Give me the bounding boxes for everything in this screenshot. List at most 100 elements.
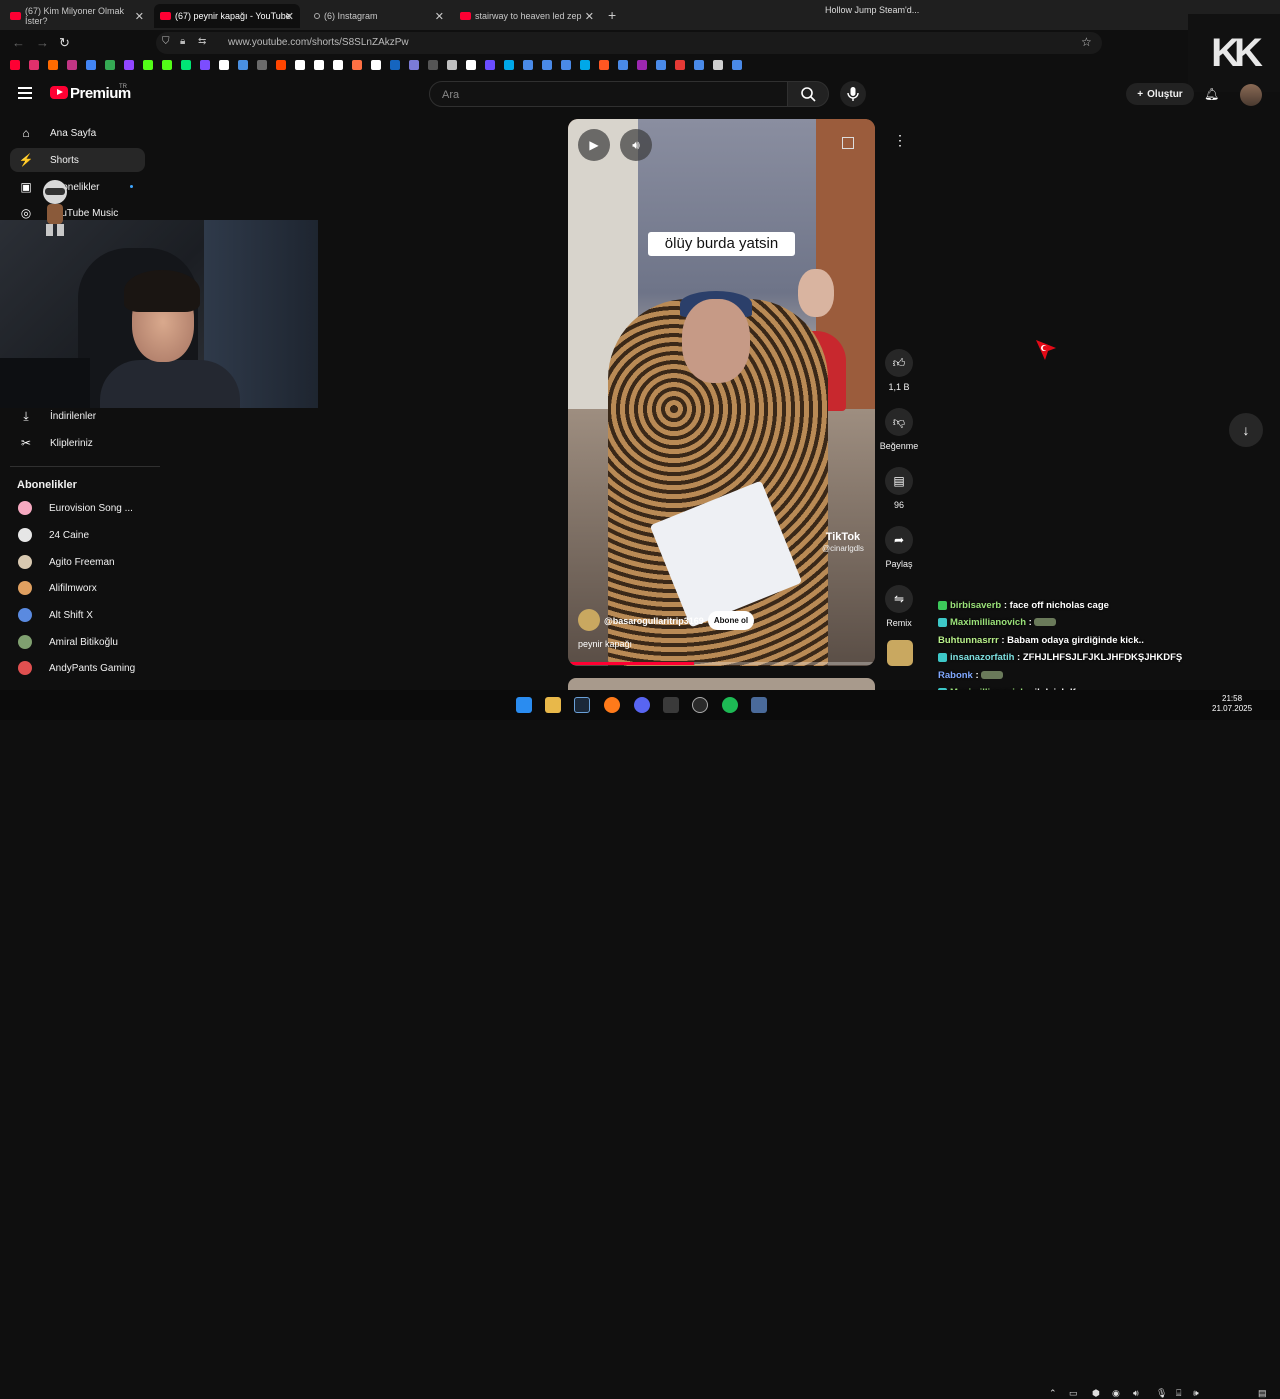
audio-thumbnail[interactable] (887, 640, 913, 666)
bookmark-favicon-icon[interactable] (732, 60, 742, 70)
bookmark-favicon-icon[interactable] (637, 60, 647, 70)
subscription-item[interactable]: Amiral Bitikoğlu (10, 632, 145, 652)
progress-bar[interactable] (568, 662, 875, 665)
shield-icon[interactable]: ⛉ (162, 36, 170, 47)
new-tab-button[interactable]: + (608, 7, 616, 23)
bookmark-favicon-icon[interactable] (428, 60, 438, 70)
play-button[interactable]: ▶ (578, 129, 610, 161)
address-bar[interactable]: ⛉ 🔒︎ ⇆ www.youtube.com/shorts/S8SLnZAkzP… (156, 32, 1102, 54)
bookmark-star-icon[interactable]: ☆ (1081, 35, 1092, 49)
create-button[interactable]: + Oluştur (1126, 83, 1194, 105)
bookmark-favicon-icon[interactable] (10, 60, 20, 70)
network-icon[interactable]: ⌸ (1176, 1388, 1181, 1399)
shorts-video-player[interactable]: ölüy burda yatsin ▶ 🔊︎ TikTok @cinarlgdl… (568, 119, 875, 666)
file-explorer-icon[interactable] (545, 697, 561, 713)
bookmark-favicon-icon[interactable] (295, 60, 305, 70)
close-icon[interactable]: ✕ (285, 10, 294, 23)
close-icon[interactable]: ✕ (435, 10, 444, 23)
app-icon[interactable] (663, 697, 679, 713)
bookmark-favicon-icon[interactable] (67, 60, 77, 70)
browser-tab-active[interactable]: (67) peynir kapağı - YouTube ✕ (154, 4, 300, 28)
like-button[interactable]: 👍︎ 1,1 B (878, 349, 920, 392)
spotify-icon[interactable] (722, 697, 738, 713)
account-avatar[interactable] (1240, 84, 1262, 106)
bookmark-favicon-icon[interactable] (599, 60, 609, 70)
steam-icon[interactable] (574, 697, 590, 713)
sidebar-item-subscriptions[interactable]: ▣ Abonelikler (10, 175, 145, 199)
hamburger-menu-icon[interactable] (18, 87, 32, 99)
bookmark-favicon-icon[interactable] (143, 60, 153, 70)
reload-icon[interactable]: ↻ (59, 35, 70, 51)
bookmark-favicon-icon[interactable] (675, 60, 685, 70)
next-short-preview[interactable] (568, 678, 875, 690)
bookmark-favicon-icon[interactable] (618, 60, 628, 70)
dislike-button[interactable]: 👎︎ Beğenme (878, 408, 920, 451)
steam-tray-icon[interactable]: ◉ (1112, 1388, 1120, 1399)
bookmark-favicon-icon[interactable] (694, 60, 704, 70)
discord-icon[interactable] (634, 697, 650, 713)
bookmark-favicon-icon[interactable] (580, 60, 590, 70)
bookmark-favicon-icon[interactable] (181, 60, 191, 70)
bookmark-favicon-icon[interactable] (542, 60, 552, 70)
browser-tab[interactable]: (67) Kim Milyoner Olmak İster? ✕ (4, 4, 150, 28)
bookmark-favicon-icon[interactable] (257, 60, 267, 70)
bookmark-favicon-icon[interactable] (447, 60, 457, 70)
close-icon[interactable]: ✕ (585, 10, 594, 23)
volume-icon[interactable]: 🔊︎ (620, 129, 652, 161)
bookmark-favicon-icon[interactable] (238, 60, 248, 70)
bookmark-favicon-icon[interactable] (390, 60, 400, 70)
subscription-item[interactable]: Agito Freeman (10, 552, 145, 572)
bookmark-favicon-icon[interactable] (409, 60, 419, 70)
bookmark-favicon-icon[interactable] (162, 60, 172, 70)
bookmark-favicon-icon[interactable] (105, 60, 115, 70)
bookmark-favicon-icon[interactable] (371, 60, 381, 70)
bookmark-favicon-icon[interactable] (504, 60, 514, 70)
bookmark-favicon-icon[interactable] (314, 60, 324, 70)
vpn-icon[interactable]: ⬢ (1092, 1388, 1100, 1399)
search-input[interactable]: Ara (429, 81, 788, 107)
subscription-item[interactable]: Eurovision Song ... (10, 498, 145, 518)
bookmark-item[interactable]: Hollow Jump Steam'd... (825, 5, 919, 15)
bookmark-favicon-icon[interactable] (219, 60, 229, 70)
bookmark-favicon-icon[interactable] (48, 60, 58, 70)
notifications-bell-icon[interactable]: 🔔︎ (1204, 87, 1219, 101)
next-video-button[interactable]: ↓ (1229, 413, 1263, 447)
microphone-tray-icon[interactable]: 🎙︎ (1156, 1388, 1167, 1399)
bookmark-favicon-icon[interactable] (124, 60, 134, 70)
subscription-item[interactable]: 24 Caine (10, 525, 145, 545)
short-title[interactable]: peynir kapağı (578, 639, 632, 649)
voice-search-button[interactable] (840, 81, 866, 107)
bookmark-favicon-icon[interactable] (523, 60, 533, 70)
more-options-icon[interactable]: ⋮ (888, 132, 912, 156)
share-button[interactable]: ➦ Paylaş (878, 526, 920, 569)
subscription-item[interactable]: Alifilmworx (10, 578, 145, 598)
bookmark-favicon-icon[interactable] (276, 60, 286, 70)
bookmark-favicon-icon[interactable] (561, 60, 571, 70)
firefox-icon[interactable] (604, 697, 620, 713)
bookmark-favicon-icon[interactable] (29, 60, 39, 70)
lock-icon[interactable]: 🔒︎ (180, 36, 185, 47)
bookmark-favicon-icon[interactable] (200, 60, 210, 70)
bookmark-favicon-icon[interactable] (333, 60, 343, 70)
notification-center-icon[interactable]: ▤ (1258, 1388, 1267, 1399)
comments-button[interactable]: ▤ 96 (878, 467, 920, 510)
search-button[interactable] (787, 81, 829, 107)
bookmark-favicon-icon[interactable] (656, 60, 666, 70)
browser-tab[interactable]: (6) Instagram ✕ (304, 4, 450, 28)
chevron-up-icon[interactable]: ⌃ (1049, 1388, 1057, 1399)
sidebar-item-home[interactable]: ⌂ Ana Sayfa (10, 121, 145, 145)
bookmark-favicon-icon[interactable] (86, 60, 96, 70)
close-icon[interactable]: ✕ (135, 10, 144, 23)
bookmark-favicon-icon[interactable] (466, 60, 476, 70)
remix-button[interactable]: ⇋ Remix (878, 585, 920, 628)
forward-icon[interactable]: → (36, 35, 49, 50)
url-text[interactable]: www.youtube.com/shorts/S8SLnZAkzPw (228, 37, 409, 48)
back-icon[interactable]: ← (12, 35, 25, 50)
bookmark-favicon-icon[interactable] (352, 60, 362, 70)
volume-tray-icon[interactable]: 🕪︎ (1193, 1388, 1199, 1399)
channel-name[interactable]: @basarogullaritrip3169 (604, 616, 704, 626)
subscription-item[interactable]: Alt Shift X (10, 605, 145, 625)
bookmark-favicon-icon[interactable] (713, 60, 723, 70)
sidebar-item-clips[interactable]: ✂ Klipleriniz (10, 431, 145, 455)
subscribe-button[interactable]: Abone ol (708, 611, 754, 630)
